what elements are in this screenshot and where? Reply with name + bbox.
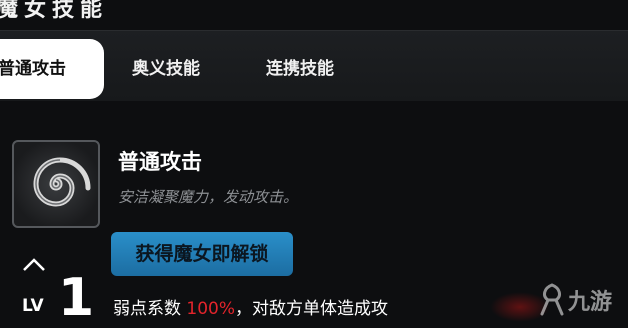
skill-effect-text: 弱点系数 100%，对敌方单体造成攻	[113, 294, 388, 319]
level-value: 1	[58, 268, 95, 328]
panel-title: 魔女技能	[0, 0, 109, 22]
skill-description: 安洁凝聚魔力，发动攻击。	[118, 188, 299, 206]
tab-combo-skill[interactable]: 连携技能	[266, 39, 334, 99]
tab-ultimate-skill[interactable]: 奥义技能	[132, 39, 200, 99]
unlock-condition-badge: 获得魔女即解锁	[111, 232, 293, 276]
effect-prefix: 弱点系数	[113, 299, 187, 319]
swirl-icon	[12, 140, 100, 228]
skill-name: 普通攻击	[118, 150, 202, 174]
effect-highlight: 100%	[186, 299, 236, 319]
tab-normal-attack[interactable]: 普通攻击	[0, 39, 104, 99]
level-label: LV	[22, 296, 44, 316]
watermark: 九游	[534, 280, 628, 320]
chevron-up-icon[interactable]	[22, 258, 46, 272]
tab-bar: 普通攻击 奥义技能 连携技能	[0, 30, 628, 101]
effect-suffix: ，对敌方单体造成攻	[235, 299, 389, 319]
watermark-text: 九游	[568, 290, 613, 315]
watermark-logo-icon	[540, 283, 564, 316]
